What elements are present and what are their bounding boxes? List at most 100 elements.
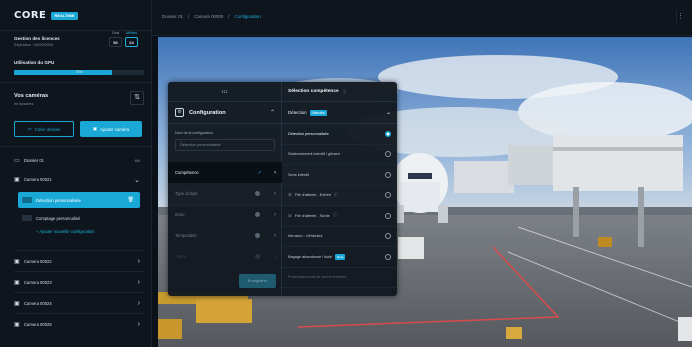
gpu-usage: Utilisation du GPU 75% xyxy=(14,60,144,75)
chevron-right-icon[interactable]: › xyxy=(138,279,140,286)
step-zone[interactable]: Zone › xyxy=(168,204,282,225)
radio[interactable] xyxy=(385,212,391,219)
chevron-right-icon: › xyxy=(274,232,276,239)
configuration-panel: 111 ⚙ Configuration ⌃ Nom de la configur… xyxy=(168,82,397,296)
option-label: File d'attente - Entrée xyxy=(294,193,331,198)
license-total-value: 50 xyxy=(109,37,122,47)
license-used-value: 24 xyxy=(125,37,138,47)
camera-list: ▣ Camera 00022 › ▣ Camera 00023 › ▣ Came… xyxy=(14,250,144,334)
brand: CORE REALTIME xyxy=(14,10,78,21)
camera-row[interactable]: ▣ Camera 00023 › xyxy=(14,271,144,292)
radio-selected[interactable] xyxy=(385,130,391,137)
chevron-right-icon[interactable]: › xyxy=(138,300,140,307)
add-camera-button[interactable]: ▣ Ajouter caméra xyxy=(80,121,142,137)
sort-icon[interactable]: ⇅ xyxy=(130,91,144,105)
camera-icon: ▣ xyxy=(92,126,97,131)
configuration-header[interactable]: ⚙ Configuration ⌃ xyxy=(168,102,281,124)
beta-badge: Beta xyxy=(335,253,346,260)
option-intrusion-vehicles[interactable]: Intrusion - Véhicules xyxy=(282,227,397,247)
chevron-down-icon[interactable]: ⌄ xyxy=(134,176,140,184)
gpu-title: Utilisation du GPU xyxy=(14,60,55,65)
status-dot-icon xyxy=(255,212,260,217)
radio[interactable] xyxy=(385,171,391,178)
cameras-header: Vos caméras en dossiers ⇅ xyxy=(14,91,144,106)
top-bar: Dossier 01 / Camera 00000 / Configuratio… xyxy=(152,0,692,36)
config-label: Comptage personnalisé xyxy=(36,215,81,221)
radio[interactable] xyxy=(385,192,391,199)
option-label: Franchissement de zones fermées xyxy=(288,275,347,280)
config-name-label: Nom de la configuration xyxy=(175,131,213,135)
divider xyxy=(0,82,152,83)
camera-row[interactable]: ▣ Camera 00024 › xyxy=(14,292,144,313)
config-label: Détection personnalisée xyxy=(36,197,81,203)
breadcrumb-item[interactable]: Camera 00000 xyxy=(194,14,223,19)
option-label: Stationnement interdit / gênant xyxy=(288,152,340,157)
radio[interactable] xyxy=(385,233,391,240)
status-dot-icon xyxy=(255,191,260,196)
option-wrong-way[interactable]: Sens interdit xyxy=(282,165,397,186)
step-menu: Compétence ✓ › Type d'objet › Zone › Tem… xyxy=(168,162,282,267)
option-abandoned-luggage[interactable]: Bagage abandonné / isolé Beta xyxy=(282,247,397,268)
chevron-down-icon: ⌄ xyxy=(385,110,391,116)
license-total: Total 50 xyxy=(109,31,122,47)
configuration-title: Configuration xyxy=(189,109,226,116)
camera-row-open[interactable]: ▣ Camera 00021 ⌄ xyxy=(14,169,144,190)
config-name-input[interactable]: Détection personnalisée xyxy=(175,139,275,151)
camera-name: Camera 00021 xyxy=(24,177,52,182)
step-competence[interactable]: Compétence ✓ › xyxy=(168,162,282,183)
config-chip xyxy=(22,215,32,221)
option-parking[interactable]: Stationnement interdit / gênant xyxy=(282,145,397,165)
config-item[interactable]: Comptage personnalisé xyxy=(18,211,140,225)
license-section: Gestion des licences Expiration : 00/00/… xyxy=(14,31,144,47)
camera-actions: ▭ Créer dossier ▣ Ajouter caméra xyxy=(14,121,142,137)
check-icon: ✓ xyxy=(257,169,262,176)
chevron-right-icon: › xyxy=(274,169,276,176)
option-custom-detection[interactable]: Détection personnalisée xyxy=(282,124,397,145)
folder-name: Dossier 01 xyxy=(24,158,45,163)
chevron-right-icon[interactable]: › xyxy=(138,258,140,265)
option-queue-exit[interactable]: ⊘ File d'attente - Sortie ⓘ xyxy=(282,206,397,227)
gpu-bar: 75% xyxy=(14,70,144,75)
save-button[interactable]: Enregistrer xyxy=(239,274,276,288)
breadcrumb-item[interactable]: Dossier 01 xyxy=(162,14,183,19)
camera-row[interactable]: ▣ Camera 00025 › xyxy=(14,313,144,334)
breadcrumb: Dossier 01 / Camera 00000 / Configuratio… xyxy=(162,14,261,19)
logo: CORE xyxy=(14,10,47,21)
link-icon: ⊘ xyxy=(288,192,292,198)
camera-icon: ▣ xyxy=(14,177,20,183)
add-config-label: Ajouter nouvelle configuration xyxy=(39,229,95,234)
camera-row[interactable]: ▣ Camera 00022 › xyxy=(14,250,144,271)
option-label: File d'attente - Sortie xyxy=(294,213,330,218)
step-alert[interactable]: Alerte › xyxy=(168,246,282,267)
config-item-selected[interactable]: Détection personnalisée 🗑 xyxy=(18,192,140,208)
option-queue-entry[interactable]: ⊘ File d'attente - Entrée ⓘ xyxy=(282,186,397,206)
camera-icon: ▣ xyxy=(14,300,20,307)
step-temporality[interactable]: Temporalité › xyxy=(168,225,282,246)
info-icon: ⓘ xyxy=(333,192,338,197)
competence-title: Sélection compétence xyxy=(288,89,339,94)
trash-icon[interactable]: 🗑 xyxy=(128,197,134,203)
breadcrumb-separator: / xyxy=(188,14,190,19)
step-label: Compétence xyxy=(175,170,199,175)
chevron-right-icon: › xyxy=(274,190,276,197)
step-object-type[interactable]: Type d'objet › xyxy=(168,183,282,204)
radio[interactable] xyxy=(385,151,391,158)
radio[interactable] xyxy=(385,253,391,260)
more-icon[interactable]: ⋮ xyxy=(676,10,684,24)
cameras-subtitle: en dossiers xyxy=(14,102,34,106)
info-icon: ⓘ xyxy=(342,88,347,94)
step-label: Zone xyxy=(175,212,185,217)
gpu-percent: 75% xyxy=(75,70,83,74)
camera-name: Camera 00024 xyxy=(24,300,52,306)
folder-row[interactable]: ▭ Dossier 01 6/6 xyxy=(14,152,144,169)
option-label: Sens interdit xyxy=(288,172,310,177)
realtime-badge: REALTIME xyxy=(51,11,78,20)
chevron-right-icon[interactable]: › xyxy=(138,321,140,328)
camera-icon: ▣ xyxy=(14,321,20,328)
create-folder-button[interactable]: ▭ Créer dossier xyxy=(14,121,74,137)
detection-dropdown[interactable]: Détection Détection ⌄ xyxy=(282,102,397,124)
option-closed-zone-crossing[interactable]: Franchissement de zones fermées xyxy=(282,268,397,288)
chevron-up-icon[interactable]: ⌃ xyxy=(270,109,275,116)
add-config-link[interactable]: + Ajouter nouvelle configuration xyxy=(36,229,95,234)
config-chip xyxy=(22,197,32,203)
